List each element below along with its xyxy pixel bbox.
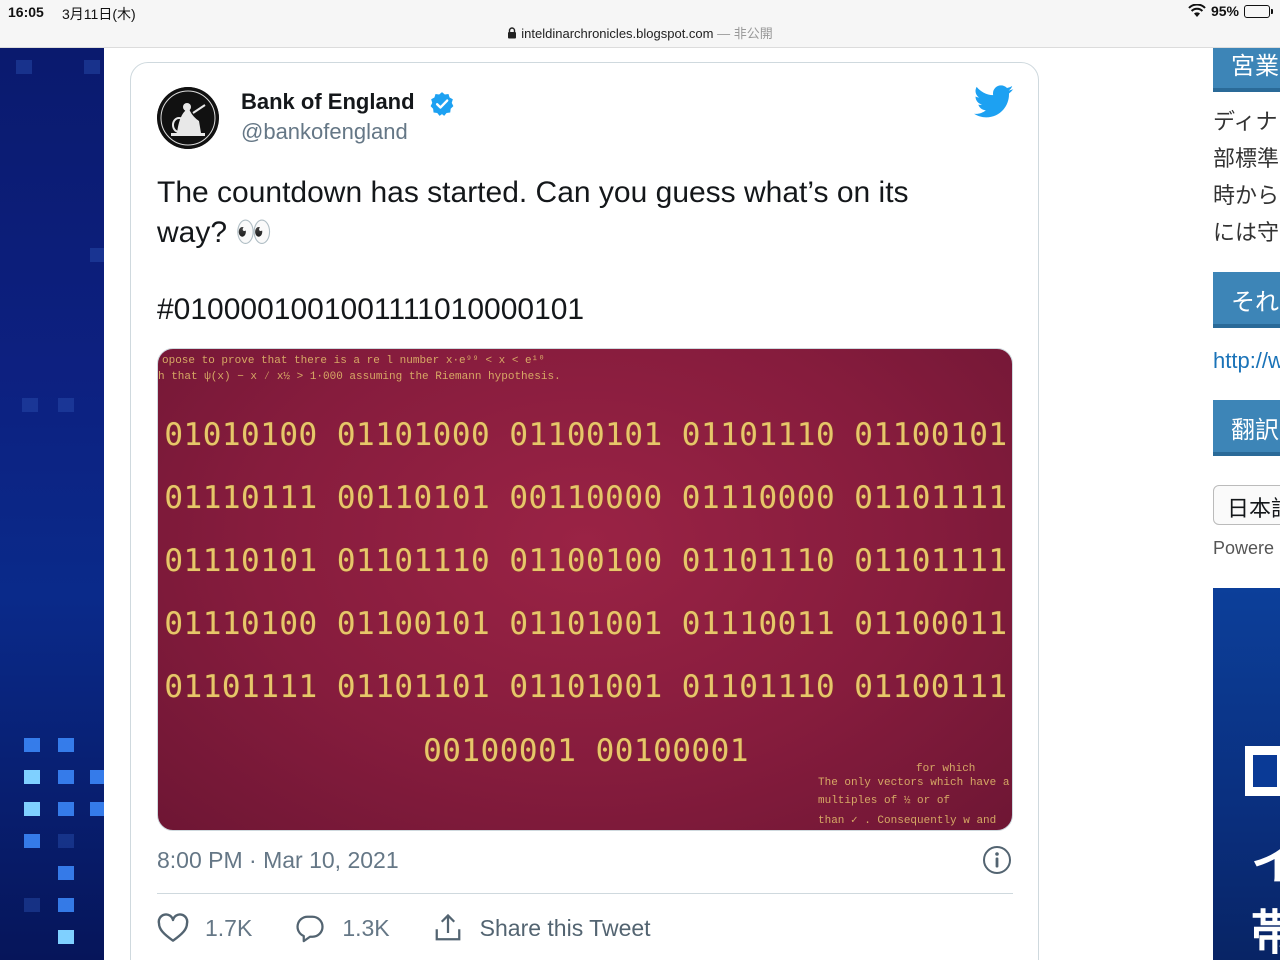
math-scribble: for which: [916, 763, 976, 775]
tweet-text: The countdown has started. Can you guess…: [157, 176, 909, 249]
author-name[interactable]: Bank of England: [241, 89, 415, 115]
sidebar-text-line: ディナ: [1213, 109, 1278, 134]
lock-icon: [508, 27, 517, 39]
sidebar-heading: それ: [1213, 272, 1280, 328]
sidebar-text-line: 部標準: [1213, 146, 1280, 171]
tweet-timestamp[interactable]: 8:00 PM · Mar 10, 2021: [157, 847, 399, 874]
verified-badge-icon: [430, 92, 454, 116]
divider: [157, 893, 1013, 894]
hashtag[interactable]: #0100001001001111010000101: [157, 293, 584, 327]
banner-logo-block: [1245, 746, 1280, 796]
binary-row: 01101111 01101101 01101001 01101110 0110…: [164, 669, 1008, 705]
twitter-bird-icon[interactable]: [974, 85, 1014, 119]
sidebar-banner[interactable]: イ 帯: [1213, 588, 1280, 960]
status-right: 95%: [1188, 3, 1273, 19]
avatar[interactable]: [157, 87, 219, 149]
like-button[interactable]: 1.7K: [157, 913, 252, 943]
author-handle[interactable]: @bankofengland: [241, 119, 408, 145]
math-scribble: opose to prove that there is a re l numb…: [162, 355, 545, 367]
binary-row: 01010100 01101000 01100101 01101110 0110…: [164, 417, 1008, 453]
clock: 16:05: [8, 4, 44, 20]
wifi-icon: [1188, 4, 1206, 17]
status-bar: 16:05 3月11日(木) 95%: [0, 0, 1280, 24]
reply-count: 1.3K: [342, 914, 390, 941]
sidebar-heading: 翻訳: [1213, 400, 1280, 456]
sidebar-link[interactable]: http://w: [1213, 348, 1280, 374]
battery-icon: [1244, 4, 1273, 18]
tweet-actions: 1.7K 1.3K Share this Tweet: [157, 913, 693, 943]
binary-row: 01110100 01100101 01101001 01110011 0110…: [164, 606, 1008, 642]
right-sidebar: 宮業 ディナ 部標準 時から には守 それ http://w 翻訳 日本語 Po…: [1213, 48, 1280, 960]
reply-button[interactable]: 1.3K: [294, 913, 390, 943]
share-label: Share this Tweet: [479, 914, 651, 941]
sidebar-text-line: には守: [1213, 220, 1280, 245]
sidebar-text-line: 時から: [1213, 183, 1280, 208]
banner-glyph: イ: [1251, 837, 1280, 890]
math-scribble: multiples of ½ or of: [818, 795, 951, 807]
sidebar-heading: 宮業: [1213, 48, 1280, 92]
banner-glyph: 帯: [1251, 907, 1280, 960]
date: 3月11日(木): [62, 6, 136, 22]
bank-of-england-logo: [157, 87, 219, 149]
tweet-image[interactable]: opose to prove that there is a re l numb…: [157, 348, 1013, 831]
url-domain: inteldinarchronicles.blogspot.com: [521, 26, 714, 41]
math-scribble: than ✓ . Consequently w and: [818, 815, 997, 827]
powered-by-text: Powere: [1213, 538, 1275, 558]
heart-icon: [157, 913, 189, 942]
url-suffix: — 非公開: [713, 26, 773, 41]
reply-icon: [296, 915, 324, 943]
like-count: 1.7K: [205, 914, 253, 941]
url-bar[interactable]: inteldinarchronicles.blogspot.com — 非公開: [0, 24, 1280, 48]
binary-row: 01110101 01101110 01100100 01101110 0110…: [164, 543, 1008, 579]
share-tweet-button[interactable]: Share this Tweet: [432, 913, 651, 943]
binary-row: 01110111 00110101 00110000 01110000 0110…: [164, 480, 1008, 516]
math-scribble: The only vectors which have a: [818, 777, 1010, 789]
translate-language-select[interactable]: 日本語: [1213, 485, 1280, 525]
binary-row: 00100001 00100001: [423, 733, 749, 769]
info-icon[interactable]: [982, 845, 1012, 875]
battery-percent: 95%: [1210, 3, 1239, 19]
embedded-tweet[interactable]: Bank of England @bankofengland The count…: [130, 62, 1039, 960]
left-background: [0, 48, 104, 960]
share-icon: [435, 913, 461, 941]
math-scribble: h that ψ(x) − x ⁄ x½ > 1·000 assuming th…: [158, 371, 561, 383]
